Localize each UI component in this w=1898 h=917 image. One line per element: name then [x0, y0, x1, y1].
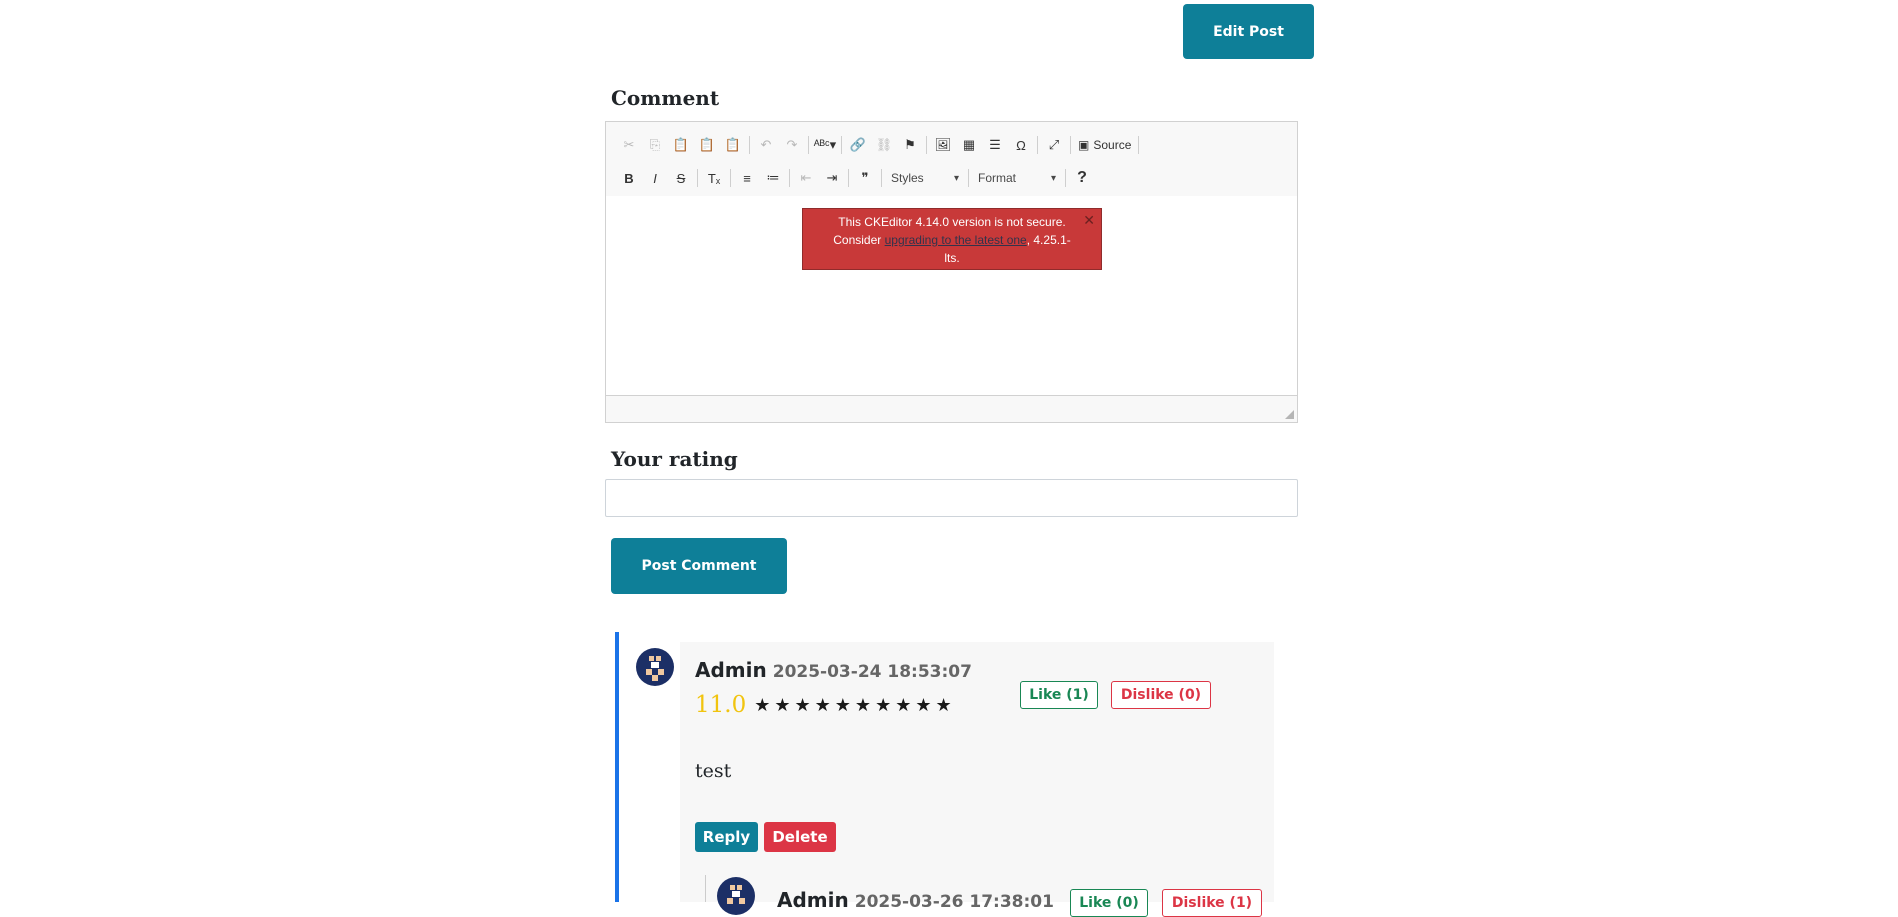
paste-icon[interactable]: 📋	[668, 133, 694, 157]
unlink-icon[interactable]: ⛓	[871, 133, 897, 157]
reply-author: Admin	[777, 888, 849, 912]
toolbar-separator	[841, 136, 842, 154]
image-icon[interactable]: 🖼	[930, 133, 956, 157]
styles-dropdown[interactable]: Styles ▾	[885, 167, 965, 189]
comment-header: Admin 2025-03-24 18:53:07	[695, 658, 972, 682]
star-icon: ★	[834, 694, 851, 716]
toolbar-separator	[1065, 169, 1066, 187]
editor-content-area[interactable]: This CKEditor 4.14.0 version is not secu…	[606, 196, 1297, 398]
toolbar-separator	[1070, 136, 1071, 154]
source-icon: ▣	[1078, 138, 1090, 152]
toolbar-separator	[697, 169, 698, 187]
star-icon: ★	[754, 694, 771, 716]
star-icon: ★	[774, 694, 791, 716]
special-char-icon[interactable]: Ω	[1008, 133, 1034, 157]
reply-like-button[interactable]: Like (0)	[1070, 889, 1148, 917]
reply-header: Admin 2025-03-26 17:38:01	[777, 888, 1054, 912]
italic-icon[interactable]: I	[642, 166, 668, 190]
toolbar-separator	[848, 169, 849, 187]
format-dropdown-label: Format	[978, 171, 1017, 185]
comment-body: test	[695, 760, 732, 782]
star-icon: ★	[915, 694, 932, 716]
star-icon: ★	[794, 694, 811, 716]
chevron-down-icon: ▾	[953, 172, 959, 184]
post-comment-button[interactable]: Post Comment	[611, 538, 787, 594]
reply-button[interactable]: Reply	[695, 822, 758, 852]
rating-value: 11.0	[695, 692, 747, 718]
comment-author: Admin	[695, 658, 767, 682]
anchor-icon[interactable]: ⚑	[897, 133, 923, 157]
toolbar-separator	[749, 136, 750, 154]
toolbar-separator	[881, 169, 882, 187]
copy-icon[interactable]: ⎘	[642, 133, 668, 157]
horizontal-line-icon[interactable]: ☰	[982, 133, 1008, 157]
rating-stars: ★ ★ ★ ★ ★ ★ ★ ★ ★ ★	[754, 695, 955, 716]
undo-icon[interactable]: ↶	[753, 133, 779, 157]
rating-label: Your rating	[611, 447, 738, 471]
comment-date: 2025-03-24 18:53:07	[772, 662, 972, 682]
bold-icon[interactable]: B	[616, 166, 642, 190]
resize-handle-icon[interactable]	[1285, 410, 1294, 419]
editor-toolbar: ✂ ⎘ 📋 📋 📋 ↶ ↷ ᴬᴮᶜ▾ 🔗 ⛓ ⚑ 🖼 ▦ ☰ Ω ⤢ ▣ Source B I S Tₓ ≡ ≔ ⇤ ⇥ ❞ Sty…	[606, 122, 1297, 197]
strike-icon[interactable]: S	[668, 166, 694, 190]
comment-rating: 11.0 ★ ★ ★ ★ ★ ★ ★ ★ ★ ★	[695, 692, 956, 718]
outdent-icon[interactable]: ⇤	[793, 166, 819, 190]
close-icon[interactable]: ✕	[1083, 211, 1095, 229]
toolbar-separator	[1138, 136, 1140, 154]
star-icon: ★	[814, 694, 831, 716]
toolbar-row-1: ✂ ⎘ 📋 📋 📋 ↶ ↷ ᴬᴮᶜ▾ 🔗 ⛓ ⚑ 🖼 ▦ ☰ Ω ⤢ ▣ Source	[616, 131, 1142, 159]
toolbar-separator	[808, 136, 809, 154]
toolbar-separator	[926, 136, 927, 154]
cut-icon[interactable]: ✂	[616, 133, 642, 157]
blockquote-icon[interactable]: ❞	[852, 166, 878, 190]
remove-format-icon[interactable]: Tₓ	[701, 166, 727, 190]
paste-text-icon[interactable]: 📋	[694, 133, 720, 157]
avatar	[636, 648, 674, 686]
comment-label: Comment	[611, 86, 720, 110]
like-button[interactable]: Like (1)	[1020, 681, 1098, 709]
edit-post-button[interactable]: Edit Post	[1183, 4, 1314, 59]
help-icon[interactable]: ?	[1069, 166, 1095, 190]
editor-status-bar	[606, 395, 1297, 422]
rich-text-editor: ✂ ⎘ 📋 📋 📋 ↶ ↷ ᴬᴮᶜ▾ 🔗 ⛓ ⚑ 🖼 ▦ ☰ Ω ⤢ ▣ Source B I S Tₓ ≡ ≔ ⇤ ⇥ ❞ Sty…	[605, 121, 1298, 423]
delete-button[interactable]: Delete	[764, 822, 836, 852]
bulleted-list-icon[interactable]: ≔	[760, 166, 786, 190]
reply-dislike-button[interactable]: Dislike (1)	[1162, 889, 1262, 917]
table-icon[interactable]: ▦	[956, 133, 982, 157]
dislike-button[interactable]: Dislike (0)	[1111, 681, 1211, 709]
spellcheck-icon[interactable]: ᴬᴮᶜ▾	[812, 133, 838, 157]
thread-accent-bar	[615, 632, 619, 902]
toolbar-separator	[968, 169, 969, 187]
toolbar-separator	[1037, 136, 1038, 154]
source-button[interactable]: ▣ Source	[1074, 138, 1135, 152]
redo-icon[interactable]: ↷	[779, 133, 805, 157]
format-dropdown[interactable]: Format ▾	[972, 167, 1062, 189]
avatar	[717, 877, 755, 915]
reply-date: 2025-03-26 17:38:01	[854, 892, 1054, 912]
link-icon[interactable]: 🔗	[845, 133, 871, 157]
toolbar-separator	[789, 169, 790, 187]
source-label: Source	[1093, 138, 1132, 152]
paste-word-icon[interactable]: 📋	[720, 133, 746, 157]
upgrade-link[interactable]: upgrading to the latest one	[885, 233, 1027, 247]
rating-input[interactable]	[605, 479, 1298, 517]
chevron-down-icon: ▾	[1050, 172, 1056, 184]
security-notice: This CKEditor 4.14.0 version is not secu…	[802, 208, 1102, 270]
toolbar-separator	[730, 169, 731, 187]
indent-icon[interactable]: ⇥	[819, 166, 845, 190]
toolbar-row-2: B I S Tₓ ≡ ≔ ⇤ ⇥ ❞ Styles ▾ Format ▾?	[616, 164, 1095, 192]
star-icon: ★	[854, 694, 872, 716]
reply-thread-line	[705, 875, 706, 902]
numbered-list-icon[interactable]: ≡	[734, 166, 760, 190]
star-icon: ★	[875, 694, 892, 716]
maximize-icon[interactable]: ⤢	[1041, 133, 1067, 157]
star-icon: ★	[895, 694, 912, 716]
star-icon: ★	[935, 694, 952, 716]
styles-dropdown-label: Styles	[891, 171, 924, 185]
